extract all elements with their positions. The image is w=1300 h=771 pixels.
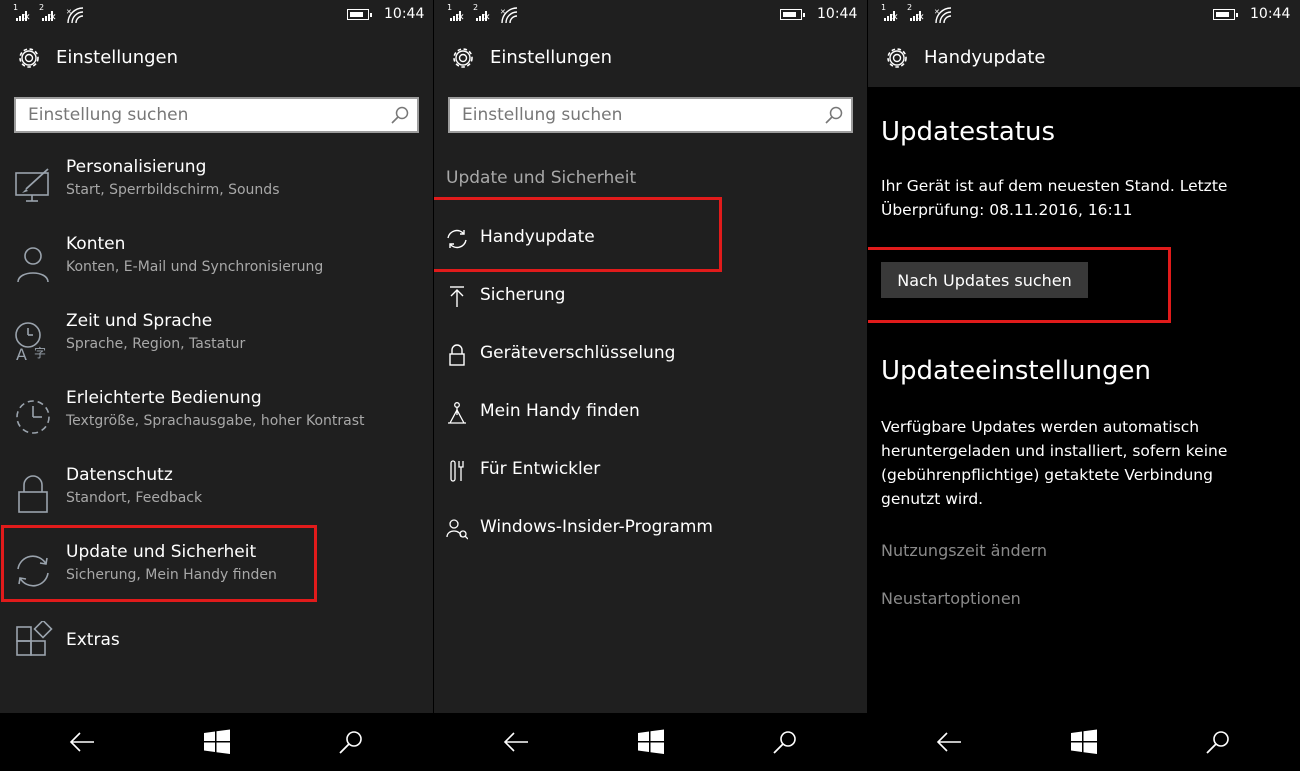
settings-item-title: Datenschutz bbox=[66, 465, 173, 485]
battery-icon bbox=[1213, 9, 1238, 20]
gear-icon bbox=[19, 48, 39, 68]
app-header: Handyupdate bbox=[868, 38, 1300, 80]
search-input[interactable] bbox=[16, 99, 388, 131]
restart-options-link[interactable]: Neustartoptionen bbox=[881, 589, 1021, 608]
lock-icon bbox=[449, 344, 465, 366]
search-icon[interactable] bbox=[389, 104, 411, 126]
clock: 10:44 bbox=[1250, 6, 1291, 22]
settings-item-title: Extras bbox=[66, 630, 120, 650]
settings-item-extras[interactable]: Extras bbox=[0, 621, 433, 700]
app-header: Einstellungen bbox=[434, 38, 867, 80]
settings-item-subtitle: Konten, E-Mail und Synchronisierung bbox=[66, 259, 324, 275]
page-title: Einstellungen bbox=[490, 47, 613, 68]
person-icon bbox=[17, 247, 49, 283]
developer-tools-icon bbox=[450, 460, 464, 482]
settings-item-title: Erleichterte Bedienung bbox=[66, 388, 262, 408]
app-header: Einstellungen bbox=[0, 38, 433, 80]
menu-item-label: Geräteverschlüsselung bbox=[480, 343, 676, 363]
clock: 10:44 bbox=[817, 6, 858, 22]
settings-item-personalisierung[interactable]: Personalisierung Start, Sperrbildschirm,… bbox=[0, 157, 433, 227]
ease-of-access-icon bbox=[16, 400, 50, 434]
gear-icon bbox=[453, 48, 473, 68]
menu-item-geraeteverschluesselung[interactable]: Geräteverschlüsselung bbox=[434, 337, 867, 377]
active-hours-link[interactable]: Nutzungszeit ändern bbox=[881, 541, 1047, 560]
menu-item-sicherung[interactable]: Sicherung bbox=[434, 279, 867, 319]
wifi-icon: ✕ bbox=[934, 7, 952, 24]
personalization-icon bbox=[15, 168, 49, 202]
settings-item-konten[interactable]: Konten Konten, E-Mail und Synchronisieru… bbox=[0, 234, 433, 304]
menu-item-fuer-entwickler[interactable]: Für Entwickler bbox=[434, 453, 867, 493]
svg-text:✕: ✕ bbox=[66, 8, 72, 16]
settings-home-screen: 1 ✕ 2 ✕ ✕ 10:44 Einstellungen Einstellun… bbox=[0, 0, 433, 771]
update-status-text: Ihr Gerät ist auf dem neuesten Stand. Le… bbox=[881, 177, 1228, 219]
extras-icon bbox=[16, 621, 53, 656]
battery-icon bbox=[347, 9, 372, 20]
clock: 10:44 bbox=[384, 6, 425, 22]
menu-item-label: Windows-Insider-Programm bbox=[480, 517, 713, 537]
find-phone-icon bbox=[448, 402, 466, 424]
settings-item-title: Konten bbox=[66, 234, 126, 254]
settings-item-subtitle: Textgröße, Sprachausgabe, hoher Kontrast bbox=[66, 413, 365, 429]
gear-icon bbox=[887, 48, 907, 68]
search-box[interactable] bbox=[448, 97, 853, 133]
status-bar: 1 ✕ 2 ✕ ✕ 10:44 bbox=[447, 3, 858, 24]
svg-text:✕: ✕ bbox=[500, 8, 506, 16]
windows-logo-icon[interactable] bbox=[636, 728, 666, 756]
windows-logo-icon[interactable] bbox=[202, 728, 232, 756]
menu-item-label: Sicherung bbox=[480, 285, 566, 305]
menu-item-label: Mein Handy finden bbox=[480, 401, 640, 421]
nav-bar bbox=[0, 713, 433, 771]
settings-item-zeit-und-sprache[interactable]: A 字 Zeit und Sprache Sprache, Region, Ta… bbox=[0, 311, 433, 381]
search-input[interactable] bbox=[450, 99, 822, 131]
search-icon[interactable] bbox=[770, 728, 800, 756]
wifi-icon: ✕ bbox=[500, 7, 518, 24]
settings-item-subtitle: Sprache, Region, Tastatur bbox=[66, 336, 246, 352]
search-icon[interactable] bbox=[823, 104, 845, 126]
status-bar: 1 ✕ 2 ✕ ✕ 10:44 bbox=[13, 3, 425, 24]
menu-item-label: Für Entwickler bbox=[480, 459, 601, 479]
update-settings-heading: Updateeinstellungen bbox=[881, 356, 1151, 386]
windows-logo-icon[interactable] bbox=[1069, 728, 1099, 756]
settings-item-title: Zeit und Sprache bbox=[66, 311, 213, 331]
settings-item-subtitle: Standort, Feedback bbox=[66, 490, 203, 506]
nav-bar bbox=[434, 713, 867, 771]
settings-item-subtitle: Start, Sperrbildschirm, Sounds bbox=[66, 182, 280, 198]
phone-update-screen: 1 ✕ 2 ✕ ✕ 10:44 Handyupdate Updatestatus… bbox=[868, 0, 1300, 771]
lock-icon bbox=[18, 475, 48, 513]
highlight-box bbox=[434, 197, 722, 272]
section-title: Update und Sicherheit bbox=[446, 168, 637, 188]
time-language-icon: A 字 bbox=[15, 322, 46, 361]
highlight-box bbox=[868, 247, 1171, 323]
menu-item-mein-handy-finden[interactable]: Mein Handy finden bbox=[434, 395, 867, 435]
search-box[interactable] bbox=[14, 97, 419, 133]
backup-icon bbox=[450, 286, 464, 307]
svg-text:✕: ✕ bbox=[934, 8, 940, 16]
settings-item-title: Personalisierung bbox=[66, 157, 207, 177]
wifi-icon: ✕ bbox=[66, 7, 84, 24]
svg-text:A: A bbox=[16, 345, 27, 361]
back-arrow-icon[interactable] bbox=[934, 728, 964, 756]
settings-item-erleichterte-bedienung[interactable]: Erleichterte Bedienung Textgröße, Sprach… bbox=[0, 388, 433, 458]
insider-icon bbox=[446, 519, 468, 540]
battery-icon bbox=[780, 9, 805, 20]
page-title: Einstellungen bbox=[56, 47, 179, 68]
svg-text:字: 字 bbox=[34, 345, 46, 360]
update-settings-text: Verfügbare Updates werden automatisch he… bbox=[881, 418, 1228, 508]
menu-item-windows-insider-programm[interactable]: Windows-Insider-Programm bbox=[434, 511, 867, 551]
page-title: Handyupdate bbox=[924, 47, 1046, 68]
update-security-screen: 1 ✕ 2 ✕ ✕ 10:44 Einstellungen Einstellun… bbox=[434, 0, 867, 771]
status-bar: 1 ✕ 2 ✕ ✕ 10:44 bbox=[881, 3, 1291, 24]
search-icon[interactable] bbox=[336, 728, 366, 756]
nav-bar bbox=[868, 713, 1300, 771]
search-icon[interactable] bbox=[1203, 728, 1233, 756]
back-arrow-icon[interactable] bbox=[501, 728, 531, 756]
back-arrow-icon[interactable] bbox=[67, 728, 97, 756]
update-status-heading: Updatestatus bbox=[881, 117, 1056, 147]
highlight-box bbox=[1, 525, 317, 602]
